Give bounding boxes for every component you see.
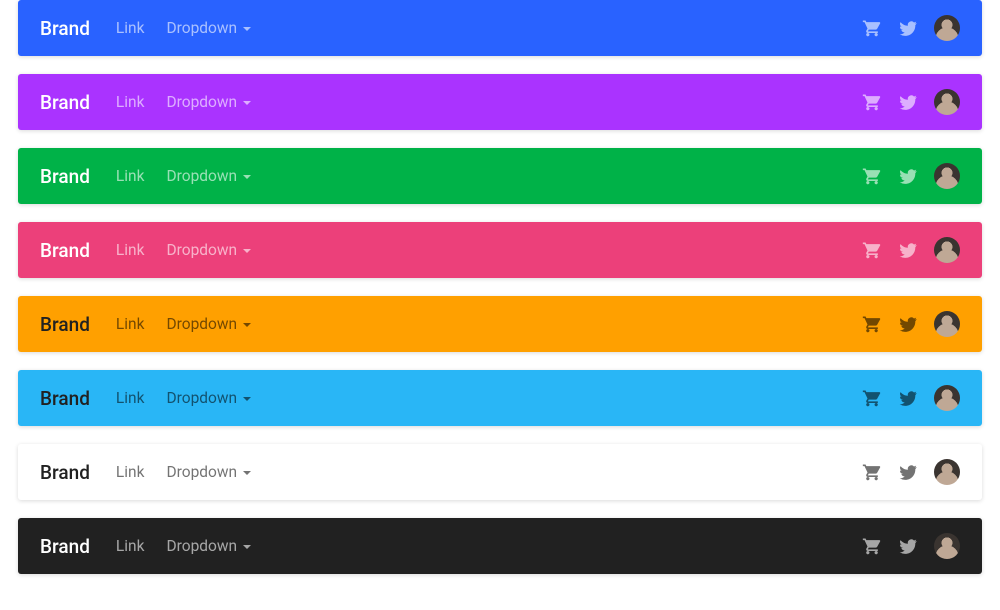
twitter-icon [898, 536, 918, 556]
chevron-down-icon [243, 101, 251, 105]
brand[interactable]: Brand [40, 461, 90, 484]
twitter-icon [898, 240, 918, 260]
cart-button[interactable] [862, 536, 882, 556]
avatar[interactable] [934, 533, 960, 559]
navbar-0: Brand Link Dropdown [18, 0, 982, 56]
navbar-1: Brand Link Dropdown [18, 74, 982, 130]
twitter-button[interactable] [898, 314, 918, 334]
cart-button[interactable] [862, 388, 882, 408]
brand[interactable]: Brand [40, 313, 90, 336]
dropdown-label: Dropdown [166, 93, 237, 111]
nav-dropdown[interactable]: Dropdown [166, 463, 251, 481]
avatar[interactable] [934, 311, 960, 337]
brand[interactable]: Brand [40, 239, 90, 262]
nav-link[interactable]: Link [116, 537, 145, 555]
cart-icon [862, 18, 882, 38]
twitter-button[interactable] [898, 240, 918, 260]
nav-link[interactable]: Link [116, 463, 145, 481]
cart-button[interactable] [862, 240, 882, 260]
nav-link[interactable]: Link [116, 241, 145, 259]
chevron-down-icon [243, 471, 251, 475]
dropdown-label: Dropdown [166, 315, 237, 333]
nav-link[interactable]: Link [116, 167, 145, 185]
brand[interactable]: Brand [40, 17, 90, 40]
nav-dropdown[interactable]: Dropdown [166, 93, 251, 111]
navbar-6: Brand Link Dropdown [18, 444, 982, 500]
navbar-5: Brand Link Dropdown [18, 370, 982, 426]
nav-dropdown[interactable]: Dropdown [166, 389, 251, 407]
twitter-icon [898, 388, 918, 408]
navbar-4: Brand Link Dropdown [18, 296, 982, 352]
brand[interactable]: Brand [40, 165, 90, 188]
avatar[interactable] [934, 459, 960, 485]
cart-icon [862, 536, 882, 556]
dropdown-label: Dropdown [166, 463, 237, 481]
brand[interactable]: Brand [40, 535, 90, 558]
cart-button[interactable] [862, 92, 882, 112]
cart-button[interactable] [862, 18, 882, 38]
brand[interactable]: Brand [40, 91, 90, 114]
nav-link[interactable]: Link [116, 93, 145, 111]
cart-icon [862, 166, 882, 186]
nav-link[interactable]: Link [116, 19, 145, 37]
cart-icon [862, 388, 882, 408]
nav-dropdown[interactable]: Dropdown [166, 315, 251, 333]
dropdown-label: Dropdown [166, 19, 237, 37]
chevron-down-icon [243, 249, 251, 253]
twitter-button[interactable] [898, 92, 918, 112]
cart-button[interactable] [862, 462, 882, 482]
nav-dropdown[interactable]: Dropdown [166, 241, 251, 259]
twitter-button[interactable] [898, 536, 918, 556]
chevron-down-icon [243, 545, 251, 549]
cart-icon [862, 462, 882, 482]
chevron-down-icon [243, 27, 251, 31]
cart-button[interactable] [862, 314, 882, 334]
nav-dropdown[interactable]: Dropdown [166, 537, 251, 555]
dropdown-label: Dropdown [166, 537, 237, 555]
chevron-down-icon [243, 175, 251, 179]
twitter-icon [898, 166, 918, 186]
dropdown-label: Dropdown [166, 389, 237, 407]
avatar[interactable] [934, 385, 960, 411]
cart-icon [862, 314, 882, 334]
twitter-button[interactable] [898, 388, 918, 408]
brand[interactable]: Brand [40, 387, 90, 410]
avatar[interactable] [934, 89, 960, 115]
twitter-button[interactable] [898, 18, 918, 38]
dropdown-label: Dropdown [166, 241, 237, 259]
cart-icon [862, 92, 882, 112]
nav-link[interactable]: Link [116, 315, 145, 333]
cart-button[interactable] [862, 166, 882, 186]
twitter-icon [898, 18, 918, 38]
dropdown-label: Dropdown [166, 167, 237, 185]
twitter-button[interactable] [898, 462, 918, 482]
avatar[interactable] [934, 15, 960, 41]
twitter-icon [898, 92, 918, 112]
nav-link[interactable]: Link [116, 389, 145, 407]
navbar-2: Brand Link Dropdown [18, 148, 982, 204]
cart-icon [862, 240, 882, 260]
avatar[interactable] [934, 237, 960, 263]
nav-dropdown[interactable]: Dropdown [166, 19, 251, 37]
nav-dropdown[interactable]: Dropdown [166, 167, 251, 185]
navbar-7: Brand Link Dropdown [18, 518, 982, 574]
twitter-icon [898, 462, 918, 482]
avatar[interactable] [934, 163, 960, 189]
chevron-down-icon [243, 397, 251, 401]
navbar-3: Brand Link Dropdown [18, 222, 982, 278]
chevron-down-icon [243, 323, 251, 327]
twitter-icon [898, 314, 918, 334]
twitter-button[interactable] [898, 166, 918, 186]
